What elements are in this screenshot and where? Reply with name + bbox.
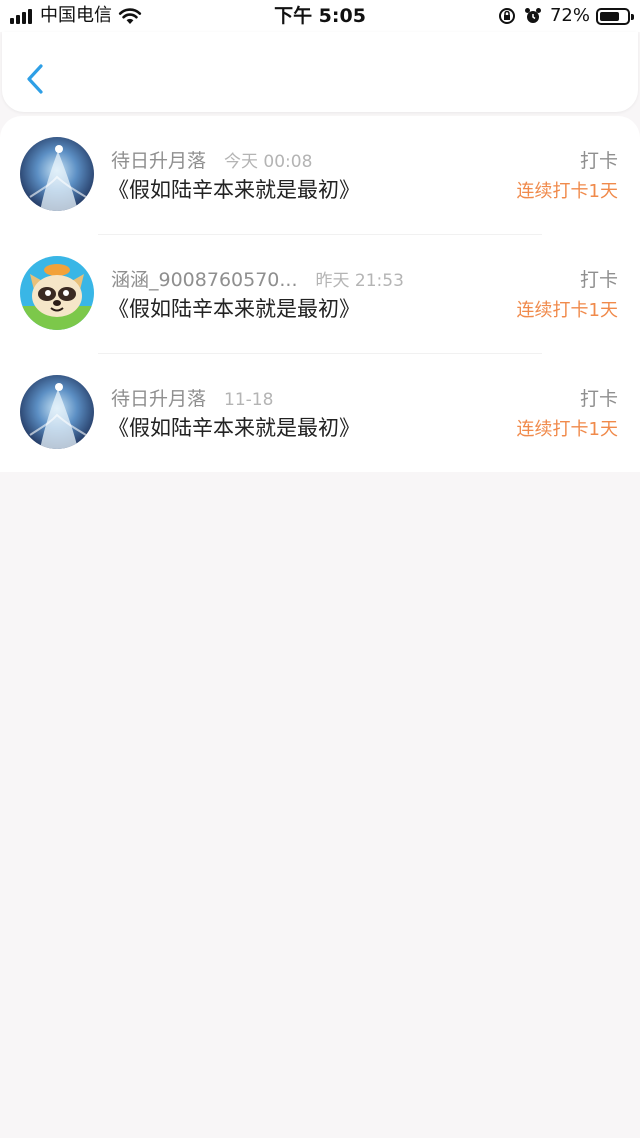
cartoon-raccoon-avatar[interactable]: [20, 256, 94, 330]
checkin-time: 今天 00:08: [224, 152, 313, 172]
navigation-bar: [2, 32, 638, 112]
moonlit-figure-avatar[interactable]: [20, 137, 94, 211]
battery-percent: 72%: [549, 5, 590, 26]
checkin-time: 昨天 21:53: [315, 271, 404, 291]
username[interactable]: 待日升月落: [111, 384, 206, 411]
streak-label: 连续打卡1天: [516, 300, 618, 321]
book-title[interactable]: 《假如陆辛本来就是最初》: [108, 412, 360, 442]
checkin-action-label: 打卡: [579, 150, 618, 172]
list-item[interactable]: 待日升月落 11-18 《假如陆辛本来就是最初》 打卡 连续打卡1天: [0, 354, 640, 473]
book-title[interactable]: 《假如陆辛本来就是最初》: [108, 293, 360, 323]
status-bar-right: 72%: [498, 5, 634, 27]
alarm-icon: [524, 8, 541, 23]
list-item[interactable]: 待日升月落 今天 00:08 《假如陆辛本来就是最初》 打卡 连续打卡1天: [0, 116, 640, 235]
username[interactable]: 涵涵_9008760570...: [111, 265, 298, 292]
checkin-action-label: 打卡: [579, 388, 618, 410]
entry-meta: 待日升月落 今天 00:08: [111, 146, 312, 173]
streak-label: 连续打卡1天: [516, 181, 618, 202]
battery-fill: [600, 11, 619, 21]
username[interactable]: 待日升月落: [111, 146, 206, 173]
chevron-left-icon[interactable]: [20, 60, 50, 98]
entry-meta: 涵涵_9008760570... 昨天 21:53: [111, 265, 404, 292]
book-title[interactable]: 《假如陆辛本来就是最初》: [108, 174, 360, 204]
rotation-lock-icon: [498, 8, 515, 24]
checkin-time: 11-18: [224, 390, 274, 410]
streak-label: 连续打卡1天: [516, 419, 618, 440]
entry-meta: 待日升月落 11-18: [111, 384, 273, 411]
checkin-action-label: 打卡: [579, 269, 618, 291]
checkin-list: 待日升月落 今天 00:08 《假如陆辛本来就是最初》 打卡 连续打卡1天 涵涵…: [0, 116, 640, 472]
status-bar: 中国电信 下午 5:05 72%: [0, 0, 640, 32]
moonlit-figure-avatar[interactable]: [20, 375, 94, 449]
list-item[interactable]: 涵涵_9008760570... 昨天 21:53 《假如陆辛本来就是最初》 打…: [0, 235, 640, 354]
battery-icon: [596, 7, 634, 25]
